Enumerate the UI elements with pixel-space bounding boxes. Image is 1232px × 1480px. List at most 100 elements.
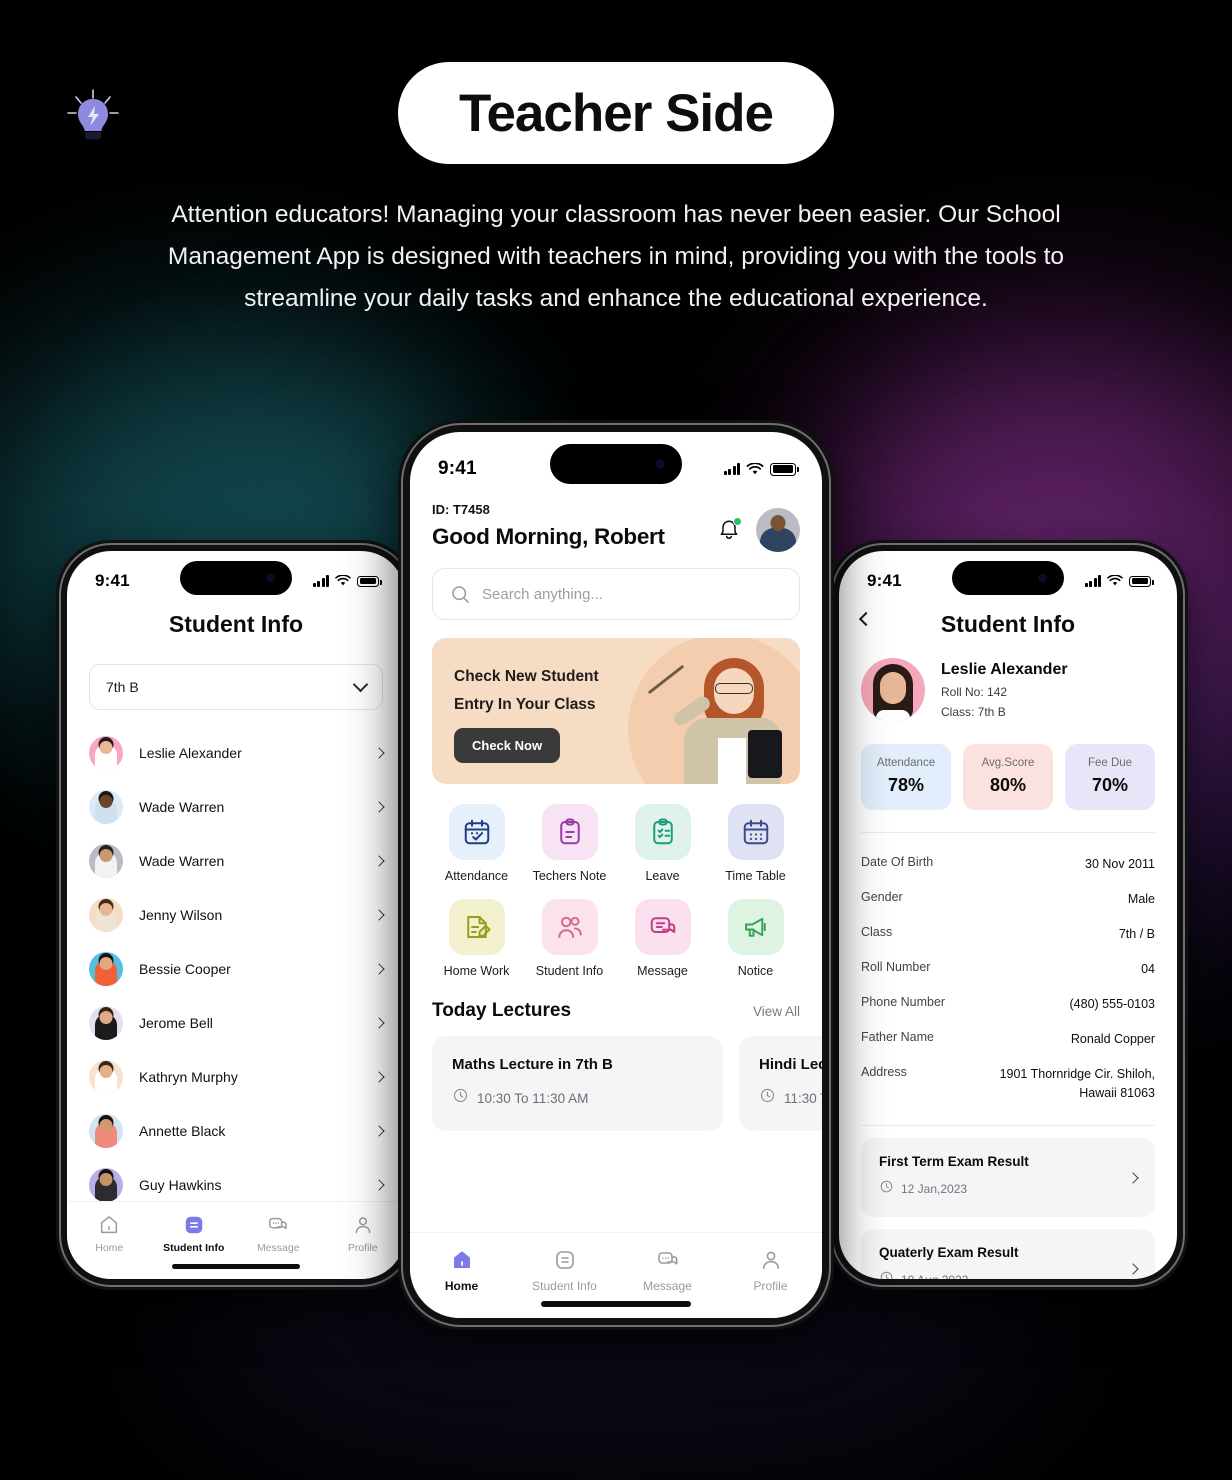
student-list-item[interactable]: Wade Warren bbox=[89, 834, 385, 888]
message-icon bbox=[657, 1252, 677, 1265]
class-select[interactable]: 7th B bbox=[89, 664, 383, 710]
student-list-item[interactable]: Jerome Bell bbox=[89, 996, 385, 1050]
student-list-item[interactable]: Bessie Cooper bbox=[89, 942, 385, 996]
lecture-time: 10:30 To 11:30 AM bbox=[477, 1090, 589, 1106]
exam-result-card[interactable]: First Term Exam Result 12 Jan,2023 bbox=[861, 1138, 1155, 1217]
note-pencil-icon bbox=[466, 916, 490, 938]
tab-message[interactable]: Message bbox=[236, 1214, 321, 1254]
chevron-right-icon[interactable] bbox=[373, 855, 385, 867]
tab-label: Home bbox=[444, 1279, 479, 1293]
student-list-item[interactable]: Kathryn Murphy bbox=[89, 1050, 385, 1104]
tab-student-info[interactable]: Student Info bbox=[152, 1214, 237, 1254]
detail-value: (480) 555-0103 bbox=[1069, 997, 1155, 1011]
detail-key: Class bbox=[861, 925, 893, 939]
chevron-right-icon[interactable] bbox=[373, 801, 385, 813]
phone-right: 9:41 Student Info Leslie Alexander Roll … bbox=[828, 540, 1188, 1290]
menu-item-label: Time Table bbox=[725, 869, 786, 883]
avatar bbox=[89, 736, 123, 770]
menu-item-techers-note[interactable]: Techers Note bbox=[523, 804, 616, 883]
stat-label: Fee Due bbox=[1087, 757, 1133, 769]
menu-item-message[interactable]: Message bbox=[616, 899, 709, 978]
chevron-right-icon[interactable] bbox=[373, 1125, 385, 1137]
detail-value: 30 Nov 2011 bbox=[1085, 857, 1155, 871]
detail-value: 04 bbox=[1141, 962, 1155, 976]
clock-icon bbox=[759, 1087, 776, 1109]
profile-icon bbox=[352, 1214, 374, 1236]
dynamic-island bbox=[952, 561, 1064, 595]
profile-icon bbox=[355, 1217, 371, 1234]
avatar bbox=[89, 790, 123, 824]
battery-icon bbox=[1129, 575, 1154, 587]
tab-student-info[interactable]: Student Info bbox=[513, 1247, 616, 1293]
avatar bbox=[89, 844, 123, 878]
clock-icon bbox=[453, 1088, 468, 1103]
tab-home[interactable]: Home bbox=[410, 1247, 513, 1293]
promo-banner[interactable]: Check New Student Entry In Your Class Ch… bbox=[432, 638, 800, 784]
student-details-list: Date Of Birth 30 Nov 2011 Gender Male Class 7… bbox=[839, 833, 1177, 1111]
student-class: Class: 7th B bbox=[941, 705, 1006, 719]
stat-label: Attendance bbox=[876, 757, 936, 769]
lecture-time: 11:30 To 12:30 PM bbox=[784, 1090, 822, 1106]
student-name: Leslie Alexander bbox=[941, 661, 1068, 678]
detail-key: Date Of Birth bbox=[861, 855, 934, 869]
home-icon bbox=[449, 1247, 475, 1273]
student-list: Leslie Alexander Wade Warren Wade Warren Je… bbox=[89, 726, 385, 1212]
stat-label: Avg.Score bbox=[981, 757, 1035, 769]
menu-item-home-work[interactable]: Home Work bbox=[430, 899, 523, 978]
clock-icon bbox=[880, 1180, 893, 1193]
chevron-right-icon[interactable] bbox=[373, 963, 385, 975]
menu-item-time-table[interactable]: Time Table bbox=[709, 804, 802, 883]
tab-profile[interactable]: Profile bbox=[719, 1247, 822, 1293]
status-time: 9:41 bbox=[867, 571, 902, 590]
battery-icon bbox=[357, 575, 382, 587]
student-list-item[interactable]: Annette Black bbox=[89, 1104, 385, 1158]
student-name: Jerome Bell bbox=[139, 1015, 213, 1031]
check-now-button[interactable]: Check Now bbox=[454, 728, 561, 763]
chevron-right-icon[interactable] bbox=[373, 1017, 385, 1029]
banner-line-2: Entry In Your Class bbox=[454, 696, 596, 713]
clock-icon bbox=[880, 1271, 893, 1279]
chevron-right-icon[interactable] bbox=[373, 747, 385, 759]
stat-cards: Attendance 78% Avg.Score 80% Fee Due 70% bbox=[839, 722, 1177, 810]
detail-key: Address bbox=[861, 1065, 907, 1079]
student-name: Bessie Cooper bbox=[139, 961, 231, 977]
lecture-card[interactable]: Hindi Lecture in 8th A 11:30 To 12:30 PM bbox=[739, 1036, 822, 1131]
student-name: Leslie Alexander bbox=[139, 745, 242, 761]
tab-label: Message bbox=[643, 1279, 692, 1293]
tab-message[interactable]: Message bbox=[616, 1247, 719, 1293]
chevron-down-icon bbox=[352, 676, 369, 693]
menu-item-student-info[interactable]: Student Info bbox=[523, 899, 616, 978]
chevron-right-icon[interactable] bbox=[373, 1071, 385, 1083]
avatar bbox=[89, 952, 123, 986]
tab-profile[interactable]: Profile bbox=[321, 1214, 406, 1254]
tab-label: Home bbox=[95, 1242, 124, 1254]
student-info-icon bbox=[185, 1216, 202, 1234]
view-all-link[interactable]: View All bbox=[753, 1004, 800, 1019]
exam-result-card[interactable]: Quaterly Exam Result 10 Aug,2023 bbox=[861, 1229, 1155, 1279]
menu-item-leave[interactable]: Leave bbox=[616, 804, 709, 883]
clock-icon bbox=[879, 1270, 894, 1279]
chevron-right-icon[interactable] bbox=[373, 1179, 385, 1191]
notification-bell-icon[interactable] bbox=[716, 517, 742, 543]
page-title-pill: Teacher Side bbox=[398, 62, 834, 164]
student-profile-header: Leslie Alexander Roll No: 142 Class: 7th… bbox=[839, 638, 1177, 722]
wifi-icon bbox=[1107, 575, 1123, 586]
tab-home[interactable]: Home bbox=[67, 1214, 152, 1254]
clipboard-list-icon bbox=[652, 818, 673, 845]
student-list-item[interactable]: Leslie Alexander bbox=[89, 726, 385, 780]
banner-line-1: Check New Student bbox=[454, 668, 599, 685]
menu-item-attendance[interactable]: Attendance bbox=[430, 804, 523, 883]
detail-row: Class 7th / B bbox=[861, 917, 1155, 952]
search-icon bbox=[452, 585, 469, 603]
chevron-right-icon[interactable] bbox=[373, 909, 385, 921]
student-list-item[interactable]: Jenny Wilson bbox=[89, 888, 385, 942]
lecture-card[interactable]: Maths Lecture in 7th B 10:30 To 11:30 AM bbox=[432, 1036, 723, 1131]
search-input[interactable]: Search anything... bbox=[432, 568, 800, 620]
greeting-text: Good Morning, Robert bbox=[432, 524, 665, 549]
menu-item-notice[interactable]: Notice bbox=[709, 899, 802, 978]
menu-item-label: Leave bbox=[645, 869, 680, 883]
teacher-avatar[interactable] bbox=[756, 508, 800, 552]
left-screen: 9:41 Student Info 7th B Leslie Alexander… bbox=[67, 551, 405, 1279]
student-list-item[interactable]: Wade Warren bbox=[89, 780, 385, 834]
wifi-icon bbox=[746, 462, 764, 474]
